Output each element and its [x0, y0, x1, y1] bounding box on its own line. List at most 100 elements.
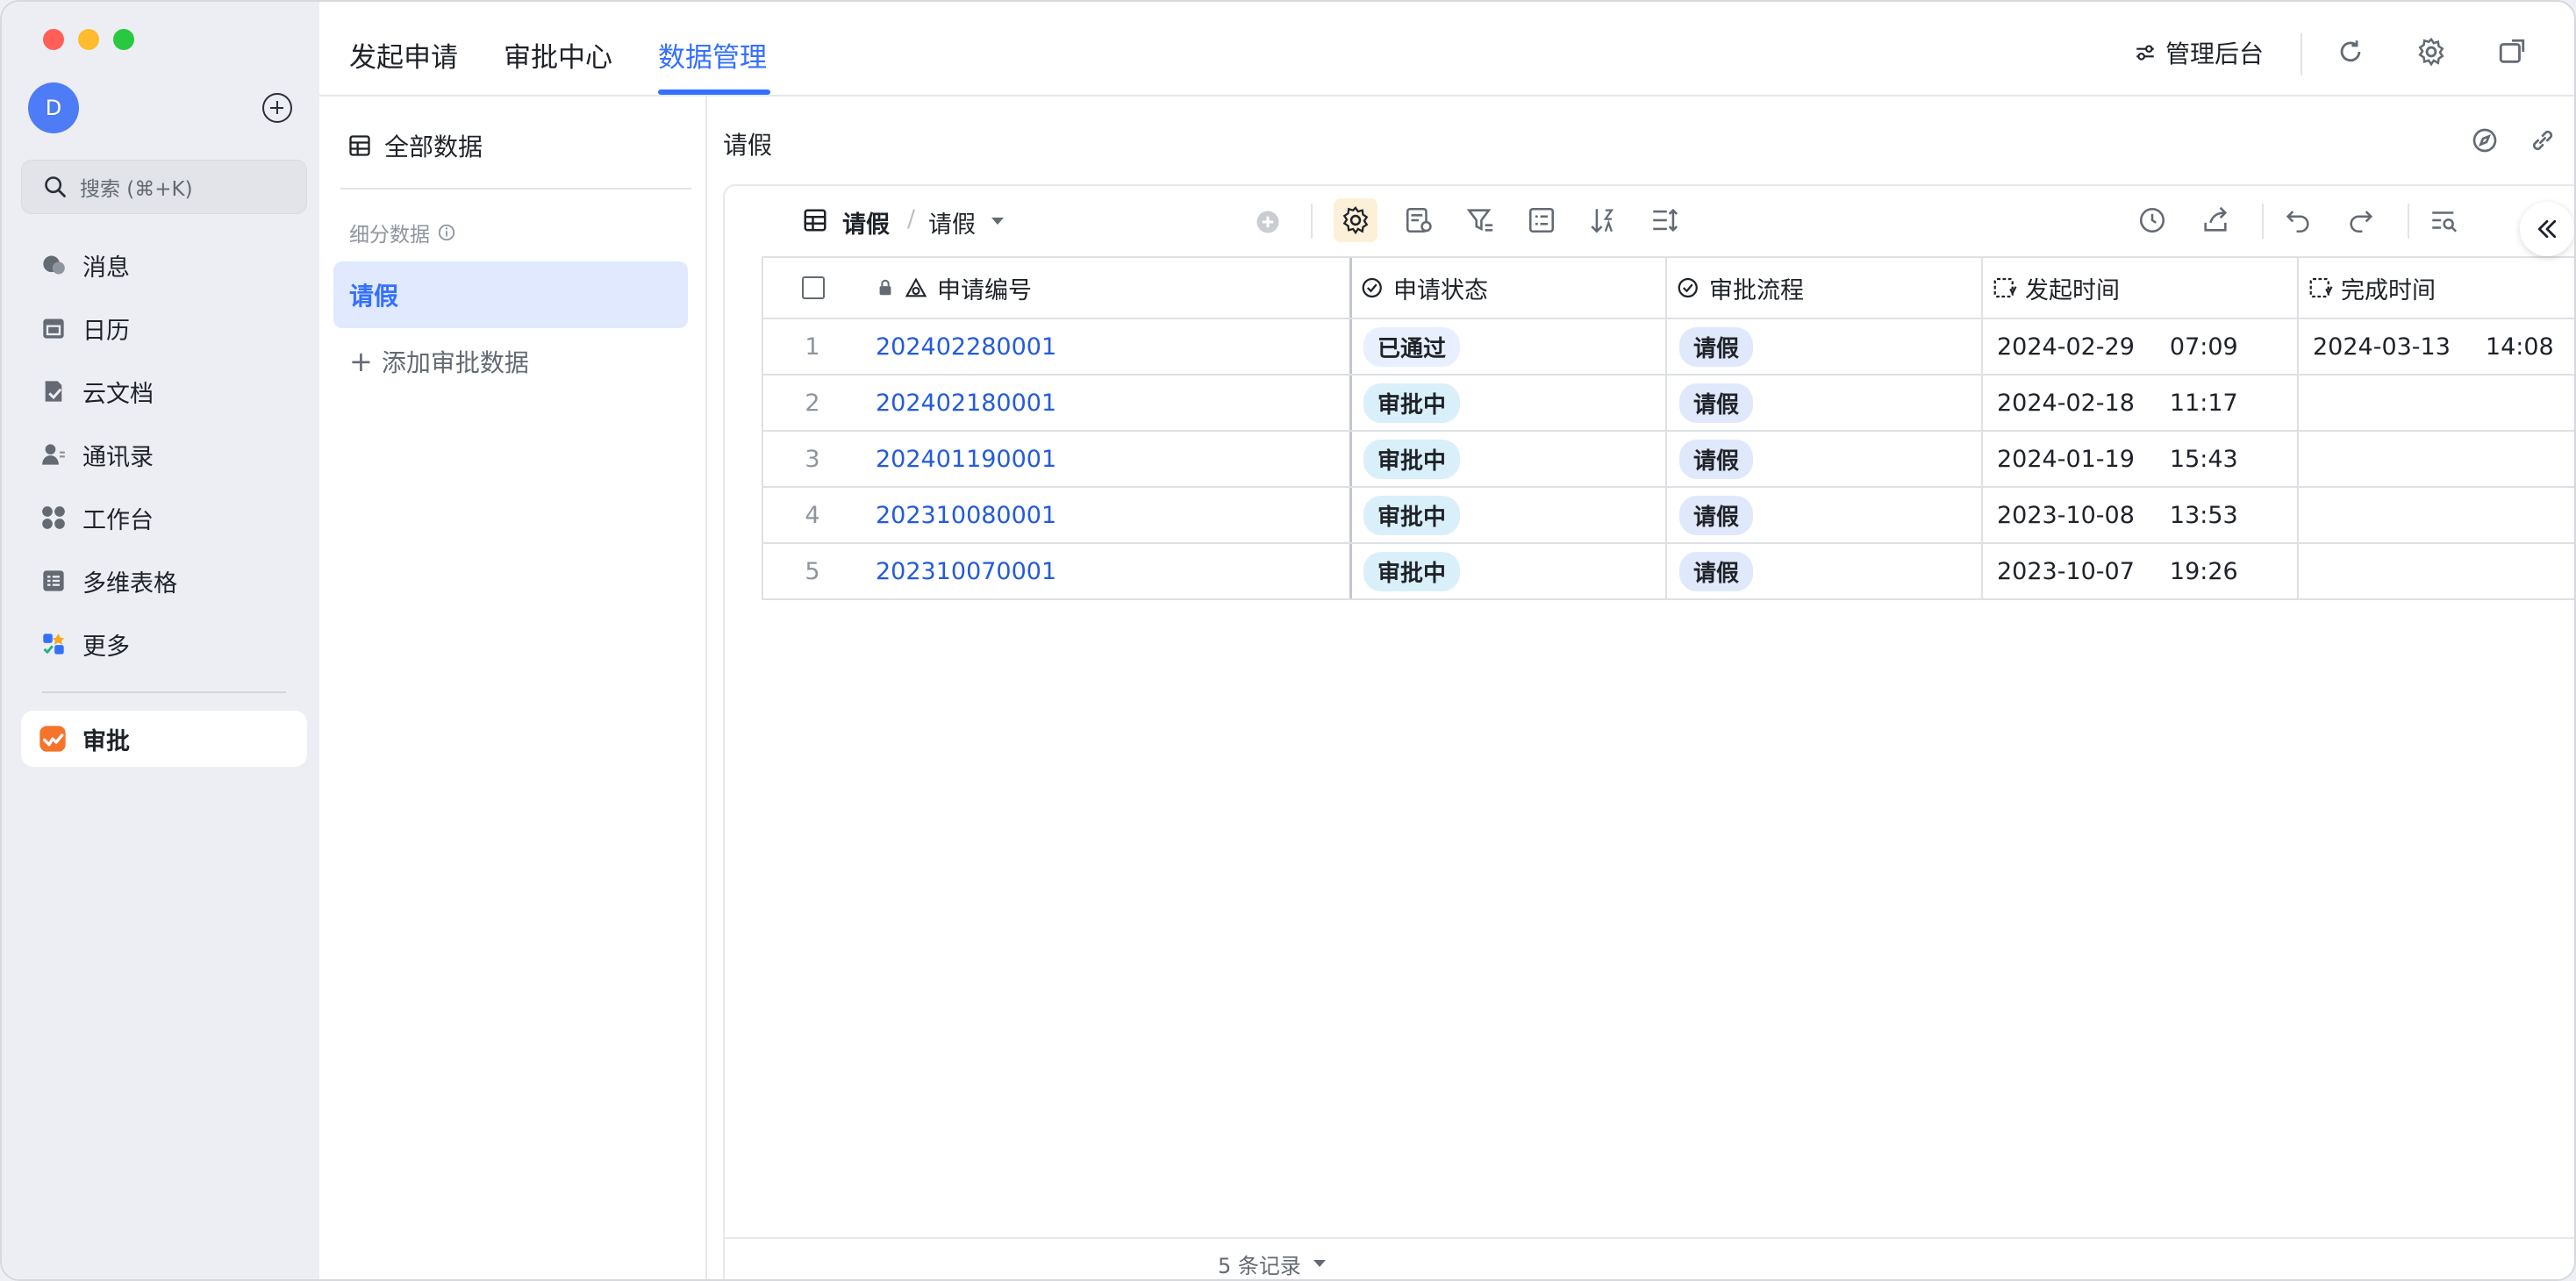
column-label: 申请编号 [937, 276, 1032, 304]
open-window-icon[interactable] [2497, 37, 2527, 67]
search-records-icon[interactable] [2429, 205, 2458, 235]
column-label: 申请状态 [1393, 276, 1488, 304]
data-list-panel: 全部数据 细分数据 请假 + 添加审批数据 [319, 97, 707, 1279]
search-input[interactable]: 搜索 (⌘+K) [21, 160, 307, 214]
add-circle-icon[interactable] [1255, 209, 1281, 235]
table-row[interactable]: 5 202310070001 审批中 请假 2023-10-07 19:26 [762, 544, 2574, 600]
breadcrumb-view[interactable]: 请假 [928, 205, 976, 240]
maximize-window-button[interactable] [113, 29, 134, 50]
all-data-item[interactable]: 全部数据 [347, 128, 483, 163]
data-item-label: 请假 [349, 282, 399, 311]
end-time-cell[interactable] [2313, 544, 2348, 598]
subsection-title: 细分数据 [349, 218, 456, 247]
admin-console-button[interactable]: 管理后台 [2134, 35, 2264, 70]
column-divider [1665, 319, 1667, 374]
add-approval-data-button[interactable]: + 添加审批数据 [349, 344, 529, 379]
undo-icon[interactable] [2283, 205, 2313, 235]
close-window-button[interactable] [43, 29, 64, 50]
breadcrumb-root[interactable]: 请假 [842, 205, 890, 240]
start-date: 2023-10-07 [1997, 557, 2135, 585]
request-id-link[interactable]: 202402180001 [876, 376, 1056, 430]
sidebar-item-workspace[interactable]: 工作台 [21, 491, 307, 544]
tab-approval-center[interactable]: 审批中心 [504, 35, 612, 75]
table-icon [40, 568, 67, 594]
end-time-cell[interactable]: 2024-03-13 14:08 [2313, 319, 2554, 374]
end-time-cell[interactable] [2313, 432, 2348, 486]
column-header-id[interactable]: 申请编号 [876, 258, 1032, 318]
column-divider [1665, 258, 1667, 318]
collapse-panel-button[interactable] [2520, 202, 2574, 256]
link-icon[interactable] [2529, 126, 2557, 154]
auto-number-icon [905, 277, 927, 297]
table-row[interactable]: 3 202401190001 审批中 请假 2024-01-19 15:43 [762, 432, 2574, 488]
list-icon[interactable] [1527, 205, 1556, 235]
end-time-cell[interactable] [2313, 488, 2348, 542]
caret-down-icon[interactable] [990, 216, 1005, 226]
process-tag: 请假 [1679, 495, 1754, 535]
table-toolbar: 请假 / 请假 [725, 186, 2574, 256]
history-icon[interactable] [2137, 205, 2167, 235]
tab-submit-request[interactable]: 发起申请 [349, 35, 458, 75]
data-item-leave[interactable]: 请假 [333, 261, 688, 328]
info-icon[interactable] [437, 223, 456, 242]
status-badge: 审批中 [1363, 383, 1461, 423]
refresh-icon[interactable] [2336, 37, 2365, 67]
start-time: 15:43 [2169, 445, 2238, 473]
sidebar-item-base[interactable]: 多维表格 [21, 555, 307, 607]
column-header-start-time[interactable]: 发起时间 [1992, 258, 2120, 318]
sidebar-item-calendar[interactable]: 日历 [21, 302, 307, 354]
column-divider [1349, 432, 1352, 486]
status-badge: 已通过 [1363, 326, 1461, 367]
status-badge: 审批中 [1363, 495, 1461, 535]
add-icon[interactable] [262, 93, 292, 123]
request-id-link[interactable]: 202310080001 [876, 488, 1056, 542]
tab-data-management[interactable]: 数据管理 [658, 35, 767, 75]
request-id-link[interactable]: 202310070001 [876, 544, 1056, 598]
sidebar-item-messages[interactable]: 消息 [21, 239, 307, 291]
record-count[interactable]: 5 条记录 [1218, 1249, 1301, 1279]
share-icon[interactable] [2200, 205, 2230, 235]
sidebar-item-approval[interactable]: 审批 [21, 711, 307, 767]
caret-down-icon[interactable] [1312, 1258, 1327, 1269]
avatar[interactable]: D [28, 82, 79, 133]
request-id-link[interactable]: 202402280001 [876, 319, 1056, 374]
column-header-process[interactable]: 审批流程 [1676, 258, 1804, 318]
column-label: 审批流程 [1709, 276, 1804, 304]
sidebar-item-label: 消息 [82, 254, 130, 282]
datetime-field-icon [2309, 277, 2333, 298]
minimize-window-button[interactable] [78, 29, 99, 50]
filter-icon[interactable] [1465, 205, 1495, 235]
sidebar-item-contacts[interactable]: 通讯录 [21, 428, 307, 481]
row-index: 5 [805, 557, 820, 585]
toolbar-divider [1311, 204, 1313, 239]
column-header-status[interactable]: 申请状态 [1360, 258, 1488, 318]
double-chevron-left-icon [2537, 219, 2557, 239]
column-header-end-time[interactable]: 完成时间 [2308, 258, 2436, 318]
table-row[interactable]: 4 202310080001 审批中 请假 2023-10-08 13:53 [762, 488, 2574, 544]
subsection-label: 细分数据 [349, 224, 430, 247]
row-index: 2 [805, 389, 820, 417]
start-time-cell[interactable]: 2023-10-08 13:53 [1997, 488, 2238, 542]
table-row[interactable]: 1 202402280001 已通过 请假 2024-02-29 07:09 20… [762, 319, 2574, 376]
table-row[interactable]: 2 202402180001 审批中 请假 2024-02-18 11:17 [762, 376, 2574, 432]
start-time-cell[interactable]: 2024-02-29 07:09 [1997, 319, 2238, 374]
more-icon [40, 631, 67, 657]
sort-icon[interactable] [1588, 205, 1618, 235]
sidebar: D 搜索 (⌘+K) 消息 日历 云文档 通讯录 工作台 多维表格 更多 审批 [2, 2, 319, 1279]
form-icon[interactable] [1404, 205, 1434, 235]
redo-icon[interactable] [2346, 205, 2376, 235]
end-time-cell[interactable] [2313, 376, 2348, 430]
request-id-link[interactable]: 202401190001 [876, 432, 1056, 486]
chat-icon [40, 252, 67, 278]
select-all-checkbox[interactable] [802, 258, 825, 318]
row-height-icon[interactable] [1649, 205, 1679, 235]
settings-icon[interactable] [2416, 37, 2446, 67]
toolbar-divider [2262, 204, 2264, 239]
start-time-cell[interactable]: 2024-01-19 15:43 [1997, 432, 2238, 486]
sidebar-item-docs[interactable]: 云文档 [21, 365, 307, 418]
start-time-cell[interactable]: 2023-10-07 19:26 [1997, 544, 2238, 598]
compass-icon[interactable] [2471, 126, 2499, 154]
sidebar-item-more[interactable]: 更多 [21, 618, 307, 670]
column-divider [1665, 432, 1667, 486]
start-time-cell[interactable]: 2024-02-18 11:17 [1997, 376, 2238, 430]
